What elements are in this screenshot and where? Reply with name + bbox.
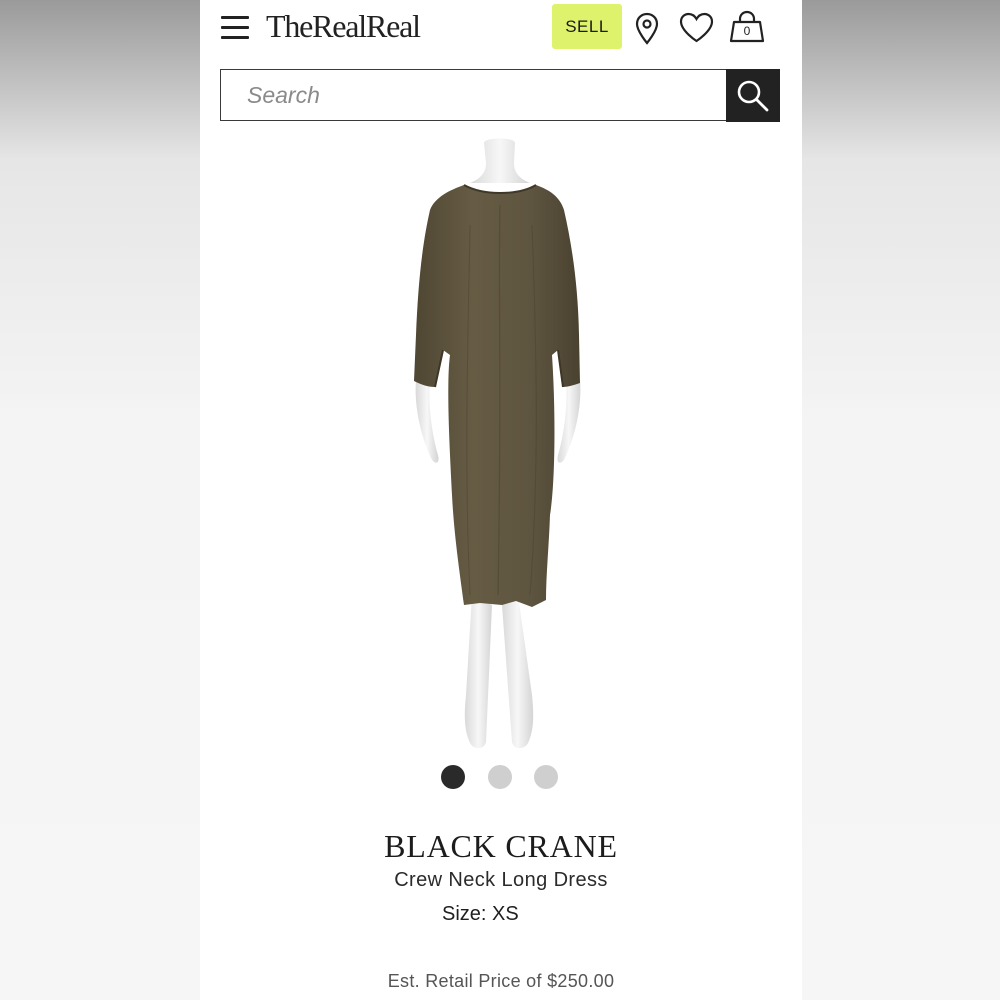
site-logo[interactable]: TheRealReal (266, 8, 421, 45)
carousel-dot-3[interactable] (534, 765, 558, 789)
heart-icon[interactable] (679, 12, 714, 48)
retail-price: Est. Retail Price of $250.00 (387, 971, 615, 991)
size-value: XS (492, 903, 519, 925)
size-label: Size: (442, 903, 487, 925)
cart-count-badge: 0 (743, 24, 751, 38)
product-image[interactable] (380, 135, 620, 760)
search-field (220, 69, 726, 121)
search-icon (737, 80, 769, 111)
shopping-bag-icon[interactable]: 0 (729, 10, 765, 44)
search-input[interactable] (245, 70, 719, 120)
mobile-page: TheRealReal SELL 0 Search BLACK CRANE Cr… (200, 0, 802, 1000)
product-name: Crew Neck Long Dress (394, 869, 608, 891)
sell-button[interactable]: SELL (552, 4, 622, 49)
product-size: Size: XS (442, 903, 519, 926)
menu-icon[interactable] (219, 13, 251, 43)
location-pin-icon[interactable] (635, 12, 659, 51)
product-brand[interactable]: BLACK CRANE (200, 828, 802, 865)
search-button[interactable] (726, 69, 780, 122)
carousel-dot-2[interactable] (488, 765, 512, 789)
carousel-dot-1[interactable] (441, 765, 465, 789)
